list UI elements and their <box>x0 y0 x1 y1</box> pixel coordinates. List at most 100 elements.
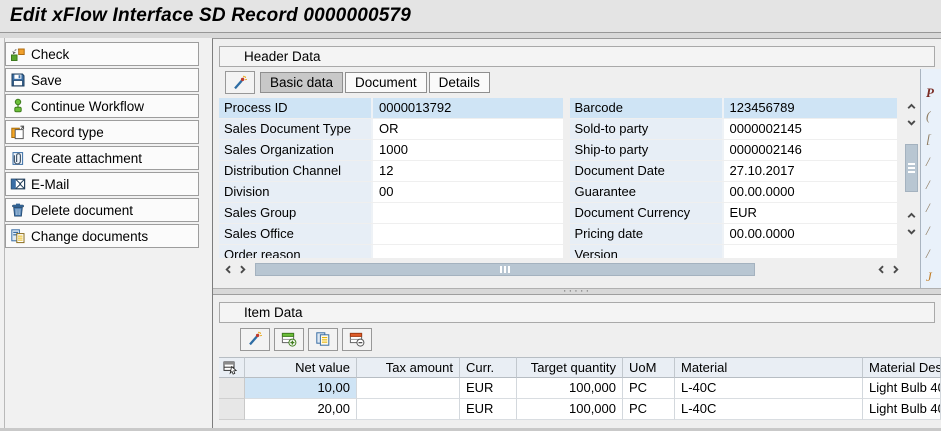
cell-target-quantity[interactable]: 100,000 <box>517 399 623 420</box>
horizontal-splitter[interactable]: ····· <box>213 288 941 295</box>
sidebar-item-record-type[interactable]: Record type <box>5 120 199 144</box>
scroll-down-button[interactable] <box>904 223 918 239</box>
cell-tax-amount[interactable] <box>357 399 460 420</box>
field-label: Order reason <box>219 245 371 258</box>
cell-tax-amount[interactable] <box>357 378 460 399</box>
field-label: Sold-to party <box>570 119 722 139</box>
cell-net-value[interactable]: 10,00 <box>245 378 357 399</box>
field-label: Sales Office <box>219 224 371 244</box>
insert-row-button[interactable] <box>274 328 304 351</box>
scroll-up-button[interactable] <box>904 98 918 114</box>
field-row-sales-group: Sales Group <box>219 203 563 223</box>
header-vertical-scrollbar[interactable] <box>902 98 920 258</box>
chevron-right-icon <box>237 264 248 275</box>
scroll-left-button[interactable] <box>874 261 888 277</box>
field-value-sales-office[interactable] <box>371 224 563 244</box>
field-label: Barcode <box>570 98 722 118</box>
header-form-right-column: Barcode123456789Sold-to party0000002145S… <box>570 98 898 258</box>
splitter-grip-dots: ····· <box>563 290 591 293</box>
cell-curr[interactable]: EUR <box>460 378 517 399</box>
field-label: Sales Group <box>219 203 371 223</box>
field-value-sales-group[interactable] <box>371 203 563 223</box>
sidebar-item-change-documents[interactable]: Change documents <box>5 224 199 248</box>
cell-net-value[interactable]: 20,00 <box>245 399 357 420</box>
cell-material[interactable]: L-40C <box>675 399 863 420</box>
scroll-down-button[interactable] <box>904 114 918 130</box>
continue-workflow-icon <box>10 98 26 114</box>
email-icon <box>10 176 26 192</box>
column-header-uom[interactable]: UoM <box>623 357 675 378</box>
clipped-text-fragment: [ <box>926 131 931 147</box>
insert-row-icon <box>281 331 297 347</box>
scroll-right-button[interactable] <box>235 261 249 277</box>
cell-target-quantity[interactable]: 100,000 <box>517 378 623 399</box>
scroll-up-button[interactable] <box>904 207 918 223</box>
field-value-version[interactable] <box>722 245 898 258</box>
field-value-process-id[interactable]: 0000013792 <box>371 98 563 118</box>
field-value-ship-to-party[interactable]: 0000002146 <box>722 140 898 160</box>
sidebar-item-label: Save <box>31 73 62 88</box>
field-value-document-date[interactable]: 27.10.2017 <box>722 161 898 181</box>
cell-uom[interactable]: PC <box>623 378 675 399</box>
chevron-up-icon <box>906 101 917 112</box>
horizontal-scroll-track[interactable] <box>253 262 870 277</box>
field-value-sales-document-type[interactable]: OR <box>371 119 563 139</box>
sidebar-item-check[interactable]: Check <box>5 42 199 66</box>
column-header-net-value[interactable]: Net value <box>245 357 357 378</box>
clipped-text-fragment: / <box>926 246 930 262</box>
sidebar-item-delete-document[interactable]: Delete document <box>5 198 199 222</box>
cell-material-des[interactable]: Light Bulb 40 <box>863 378 941 399</box>
column-header-material[interactable]: Material <box>675 357 863 378</box>
vertical-scroll-thumb[interactable] <box>905 144 918 192</box>
edit-header-button[interactable] <box>225 71 255 94</box>
header-horizontal-scrollbar[interactable] <box>213 258 920 280</box>
cell-uom[interactable]: PC <box>623 399 675 420</box>
horizontal-scroll-thumb[interactable] <box>255 263 755 276</box>
field-value-barcode[interactable]: 123456789 <box>722 98 898 118</box>
column-header-target-quantity[interactable]: Target quantity <box>517 357 623 378</box>
chevron-left-icon <box>223 264 234 275</box>
field-value-pricing-date[interactable]: 00.00.0000 <box>722 224 898 244</box>
field-value-distribution-channel[interactable]: 12 <box>371 161 563 181</box>
scroll-right-button[interactable] <box>888 261 902 277</box>
field-value-sales-organization[interactable]: 1000 <box>371 140 563 160</box>
field-value-document-currency[interactable]: EUR <box>722 203 898 223</box>
sidebar-item-continue-workflow[interactable]: Continue Workflow <box>5 94 199 118</box>
field-value-guarantee[interactable]: 00.00.0000 <box>722 182 898 202</box>
field-value-order-reason[interactable] <box>371 245 563 258</box>
field-label: Distribution Channel <box>219 161 371 181</box>
row-selector[interactable] <box>219 399 245 420</box>
record-type-icon <box>10 124 26 140</box>
clipped-text-fragment: / <box>926 200 930 216</box>
delete-row-button[interactable] <box>342 328 372 351</box>
cell-material-des[interactable]: Light Bulb 40 <box>863 399 941 420</box>
sidebar-item-label: Create attachment <box>31 151 142 166</box>
copy-row-button[interactable] <box>308 328 338 351</box>
create-attachment-icon <box>10 150 26 166</box>
field-value-division[interactable]: 00 <box>371 182 563 202</box>
field-value-sold-to-party[interactable]: 0000002145 <box>722 119 898 139</box>
clipped-text-fragment: ( <box>926 108 930 124</box>
edit-items-button[interactable] <box>240 328 270 351</box>
column-header-tax-amount[interactable]: Tax amount <box>357 357 460 378</box>
clipped-text-fragment: J <box>926 269 932 285</box>
scroll-left-button[interactable] <box>221 261 235 277</box>
cell-curr[interactable]: EUR <box>460 399 517 420</box>
row-selector[interactable] <box>219 378 245 399</box>
column-header-curr[interactable]: Curr. <box>460 357 517 378</box>
column-header-material-des[interactable]: Material Des <box>863 357 941 378</box>
cell-material[interactable]: L-40C <box>675 378 863 399</box>
tab-details[interactable]: Details <box>429 72 490 93</box>
tab-basic-data[interactable]: Basic data <box>260 72 343 93</box>
select-all-button[interactable] <box>219 357 245 378</box>
field-row-order-reason: Order reason <box>219 245 563 258</box>
sidebar-item-e-mail[interactable]: E-Mail <box>5 172 199 196</box>
sidebar-item-create-attachment[interactable]: Create attachment <box>5 146 199 170</box>
save-icon <box>10 72 26 88</box>
field-row-document-date: Document Date27.10.2017 <box>570 161 898 181</box>
tab-document[interactable]: Document <box>345 72 427 93</box>
clipped-text-fragment: P <box>926 85 934 101</box>
clipped-text-fragment: / <box>926 223 930 239</box>
sidebar-item-save[interactable]: Save <box>5 68 199 92</box>
change-documents-icon <box>10 228 26 244</box>
